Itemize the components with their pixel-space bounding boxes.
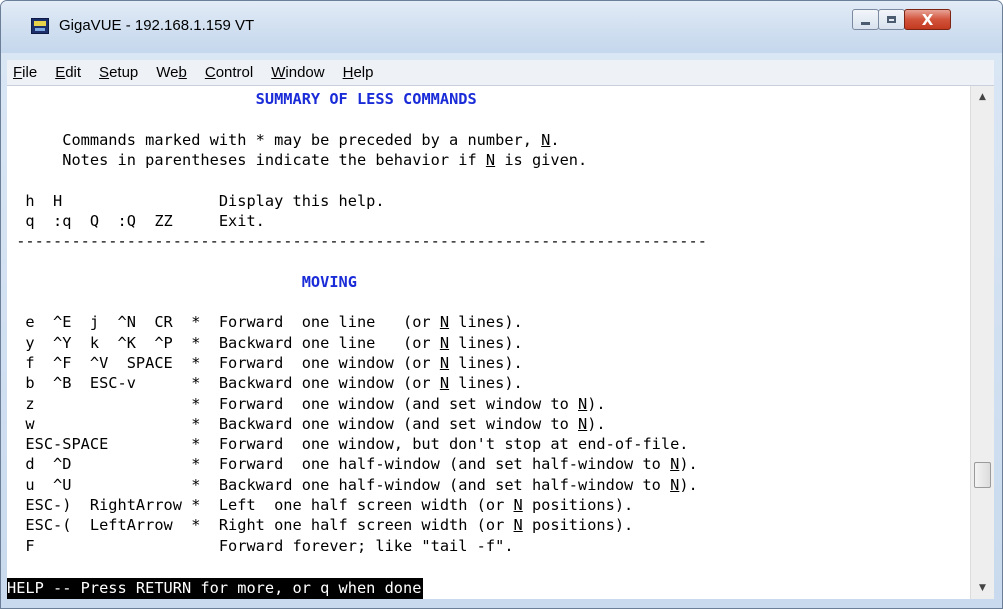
terminal-line: ESC-SPACE * Forward one window, but don'… [7,435,689,454]
maximize-icon [887,16,896,23]
terminal-line: f ^F ^V SPACE * Forward one window (or N… [7,353,523,372]
terminal-line: u ^U * Backward one half-window (and set… [7,475,698,494]
terminal-line: Commands marked with * may be preceded b… [7,130,560,149]
menu-web[interactable]: Web [148,64,197,81]
terminal-line: e ^E j ^N CR * Forward one line (or N li… [7,313,523,332]
terminal-line: w * Backward one window (and set window … [7,414,606,433]
terminal-line: ESC-( LeftArrow * Right one half screen … [7,516,634,535]
terminal-screen[interactable]: SUMMARY OF LESS COMMANDS Commands marked… [7,86,970,599]
close-button[interactable]: X [904,9,951,30]
scroll-up-arrow-icon[interactable]: ▲ [971,88,994,106]
close-icon: X [921,10,934,29]
maximize-button[interactable] [878,9,905,30]
terminal-line: Notes in parentheses indicate the behavi… [7,150,588,169]
terminal-line: ----------------------------------------… [7,232,707,251]
gigavue-app-icon[interactable] [31,18,49,34]
menu-window[interactable]: Window [263,64,334,81]
menu-file[interactable]: File [7,64,47,81]
window-title: GigaVUE - 192.168.1.159 VT [59,17,255,34]
title-bar[interactable]: GigaVUE - 192.168.1.159 VT X [1,1,1002,53]
minimize-icon [861,21,870,25]
scroll-down-arrow-icon[interactable]: ▼ [971,579,994,597]
terminal-window: GigaVUE - 192.168.1.159 VT X File Edit Set… [0,0,1003,609]
terminal-line: b ^B ESC-v * Backward one window (or N l… [7,374,523,393]
minimize-button[interactable] [852,9,879,30]
vertical-scrollbar[interactable]: ▲ ▼ [970,86,994,599]
terminal-line: y ^Y k ^K ^P * Backward one line (or N l… [7,333,523,352]
terminal-line: h H Display this help. [7,191,385,210]
menu-edit[interactable]: Edit [47,64,91,81]
terminal-line: ESC-) RightArrow * Left one half screen … [7,496,634,514]
section-heading: SUMMARY OF LESS COMMANDS [255,90,477,108]
menu-control[interactable]: Control [197,64,263,81]
terminal-line: d ^D * Forward one half-window (and set … [7,455,698,474]
terminal-line: SUMMARY OF LESS COMMANDS [7,90,477,109]
scrollbar-thumb[interactable] [974,462,991,489]
section-heading: MOVING [301,272,357,291]
terminal-line: z * Forward one window (and set window t… [7,394,606,413]
menu-bar: File Edit Setup Web Control Window Help [7,60,994,86]
terminal-line: MOVING [7,273,357,292]
terminal-line: q :q Q :Q ZZ Exit. [7,211,265,230]
menu-help[interactable]: Help [335,64,384,81]
terminal-line: F Forward forever; like "tail -f". [7,536,514,555]
less-status-line: HELP -- Press RETURN for more, or q when… [7,578,424,599]
menu-setup[interactable]: Setup [91,64,148,81]
